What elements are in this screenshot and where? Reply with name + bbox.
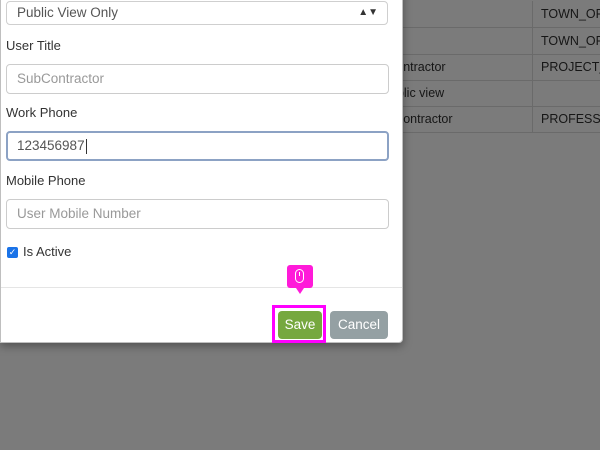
is-active-label: Is Active <box>23 244 72 259</box>
table-cell: contractor <box>390 60 446 74</box>
table-cell: TOWN_OF <box>532 1 600 27</box>
is-active-checkbox[interactable]: ✓ <box>7 247 18 258</box>
table-cell <box>532 80 600 106</box>
work-phone-label: Work Phone <box>6 105 78 120</box>
mouse-icon <box>295 269 304 283</box>
user-title-label: User Title <box>6 38 61 53</box>
table-cell: bcontractor <box>390 112 453 126</box>
edit-user-modal: Public View Only ▲▼ User Title SubContra… <box>0 0 403 343</box>
select-arrows-icon: ▲▼ <box>358 7 378 18</box>
work-phone-value: 123456987 <box>17 138 85 153</box>
table-cell: TOWN_OF <box>532 28 600 54</box>
table-cell: PROJECT_ <box>532 54 600 80</box>
table-cell: PROFESSIO <box>532 106 600 132</box>
mobile-phone-label: Mobile Phone <box>6 173 86 188</box>
table-cell <box>390 1 530 27</box>
mobile-phone-input[interactable]: User Mobile Number <box>6 199 389 229</box>
select-value: Public View Only <box>17 5 119 20</box>
text-caret <box>85 138 87 154</box>
cancel-button[interactable]: Cancel <box>330 311 388 339</box>
modal-footer-divider <box>1 287 402 288</box>
mobile-phone-placeholder: User Mobile Number <box>17 206 141 221</box>
table-cell: ublic view <box>390 86 445 100</box>
table-cell <box>390 28 530 54</box>
work-phone-input[interactable]: 123456987 <box>6 131 389 161</box>
user-title-input[interactable]: SubContractor <box>6 64 389 94</box>
click-indicator <box>287 265 313 294</box>
save-button[interactable]: Save <box>278 311 322 339</box>
access-level-select[interactable]: Public View Only ▲▼ <box>6 1 388 25</box>
